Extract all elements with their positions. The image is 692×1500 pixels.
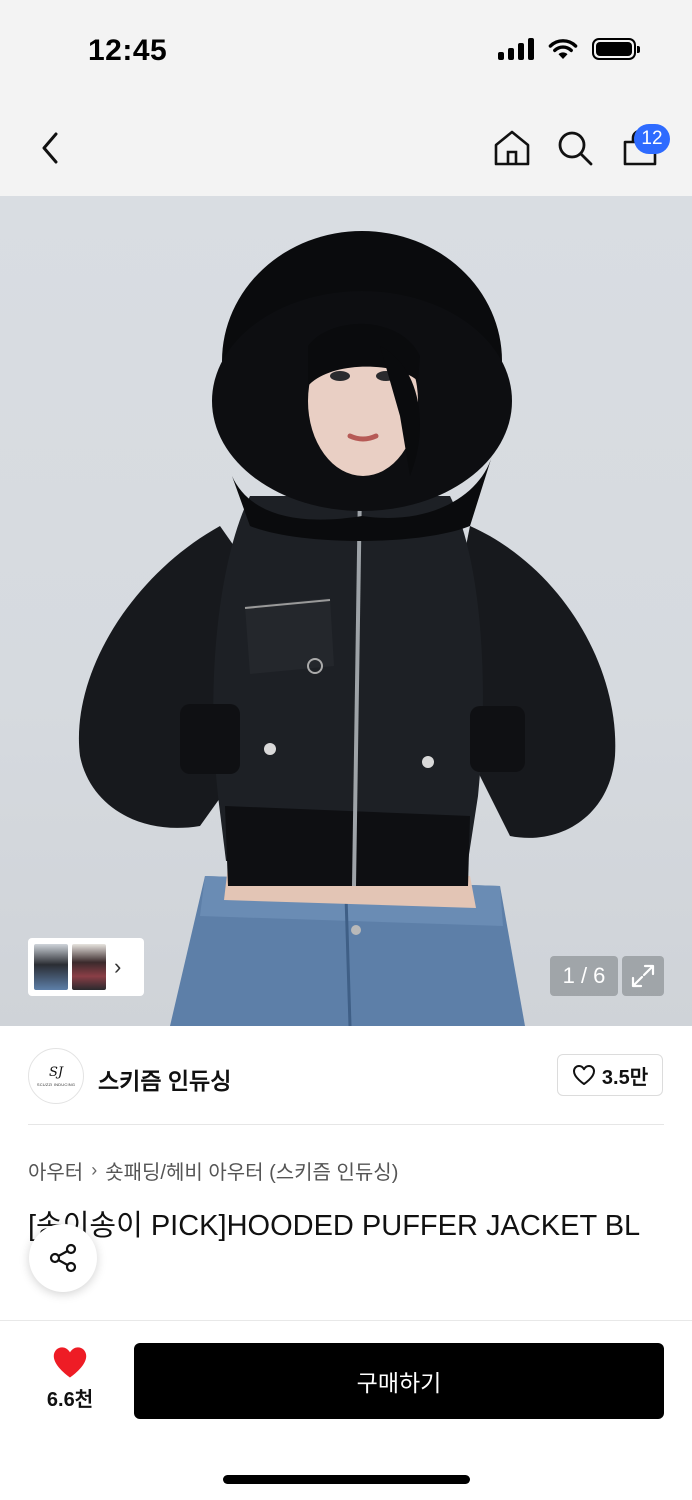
wishlist-count: 6.6천 xyxy=(46,1389,94,1411)
breadcrumb: 아우터 › 숏패딩/헤비 아우터 (스키즘 인듀싱) xyxy=(28,1156,398,1185)
buy-button[interactable]: 구매하기 xyxy=(134,1343,664,1419)
thumbnail-image[interactable] xyxy=(72,944,106,990)
status-icons xyxy=(498,38,640,60)
brand-like-count: 3.5만 xyxy=(601,1066,649,1089)
battery-icon xyxy=(592,38,640,60)
bottom-purchase-bar: 6.6천 구매하기 xyxy=(0,1320,692,1500)
expand-icon xyxy=(631,964,655,988)
home-button[interactable] xyxy=(488,124,536,172)
status-time: 12:45 xyxy=(88,34,168,67)
section-divider xyxy=(28,1124,664,1125)
thumbnail-arrow-icon: › xyxy=(114,954,122,979)
brand-logo-subtext: SCUZZI INDUCING xyxy=(36,1082,76,1087)
breadcrumb-item[interactable]: 아우터 xyxy=(28,1156,83,1185)
thumbnail-strip[interactable]: › xyxy=(28,938,144,996)
breadcrumb-item[interactable]: 숏패딩/헤비 아우터 (스키즘 인듀싱) xyxy=(105,1156,398,1185)
thumbnail-image[interactable] xyxy=(34,944,68,990)
home-indicator xyxy=(223,1475,470,1484)
wishlist-button[interactable]: 6.6천 xyxy=(30,1345,110,1421)
chevron-left-icon xyxy=(42,132,58,164)
heart-filled-icon xyxy=(53,1347,87,1378)
product-image-gallery[interactable]: › 1 / 6 xyxy=(0,196,692,1026)
brand-row: SJ SCUZZI INDUCING 스키즘 인듀싱 3.5만 xyxy=(0,1026,692,1126)
wifi-icon xyxy=(548,39,578,59)
search-button[interactable] xyxy=(551,124,599,172)
breadcrumb-separator-icon: › xyxy=(91,1160,98,1180)
brand-like-button[interactable]: 3.5만 xyxy=(557,1054,663,1096)
heart-outline-icon xyxy=(572,1065,595,1085)
product-photo xyxy=(78,231,616,1026)
top-nav-bar xyxy=(0,100,692,196)
brand-logo-monogram: SJ xyxy=(48,1065,64,1080)
signal-icon xyxy=(498,38,534,60)
back-button[interactable] xyxy=(26,124,74,172)
home-icon xyxy=(494,130,530,166)
product-title: [송이송이 PICK]HOODED PUFFER JACKET BL xyxy=(28,1210,641,1242)
share-icon xyxy=(49,1243,77,1273)
brand-name[interactable]: 스키즘 인듀싱 xyxy=(98,1062,231,1096)
expand-image-button[interactable] xyxy=(622,956,664,996)
brand-logo[interactable]: SJ SCUZZI INDUCING xyxy=(28,1048,84,1104)
share-button[interactable] xyxy=(29,1224,97,1292)
status-bar: 12:45 xyxy=(0,0,692,100)
cart-count-badge: 12 xyxy=(634,124,670,154)
image-page-counter: 1 / 6 xyxy=(550,956,618,996)
search-icon xyxy=(558,131,593,166)
